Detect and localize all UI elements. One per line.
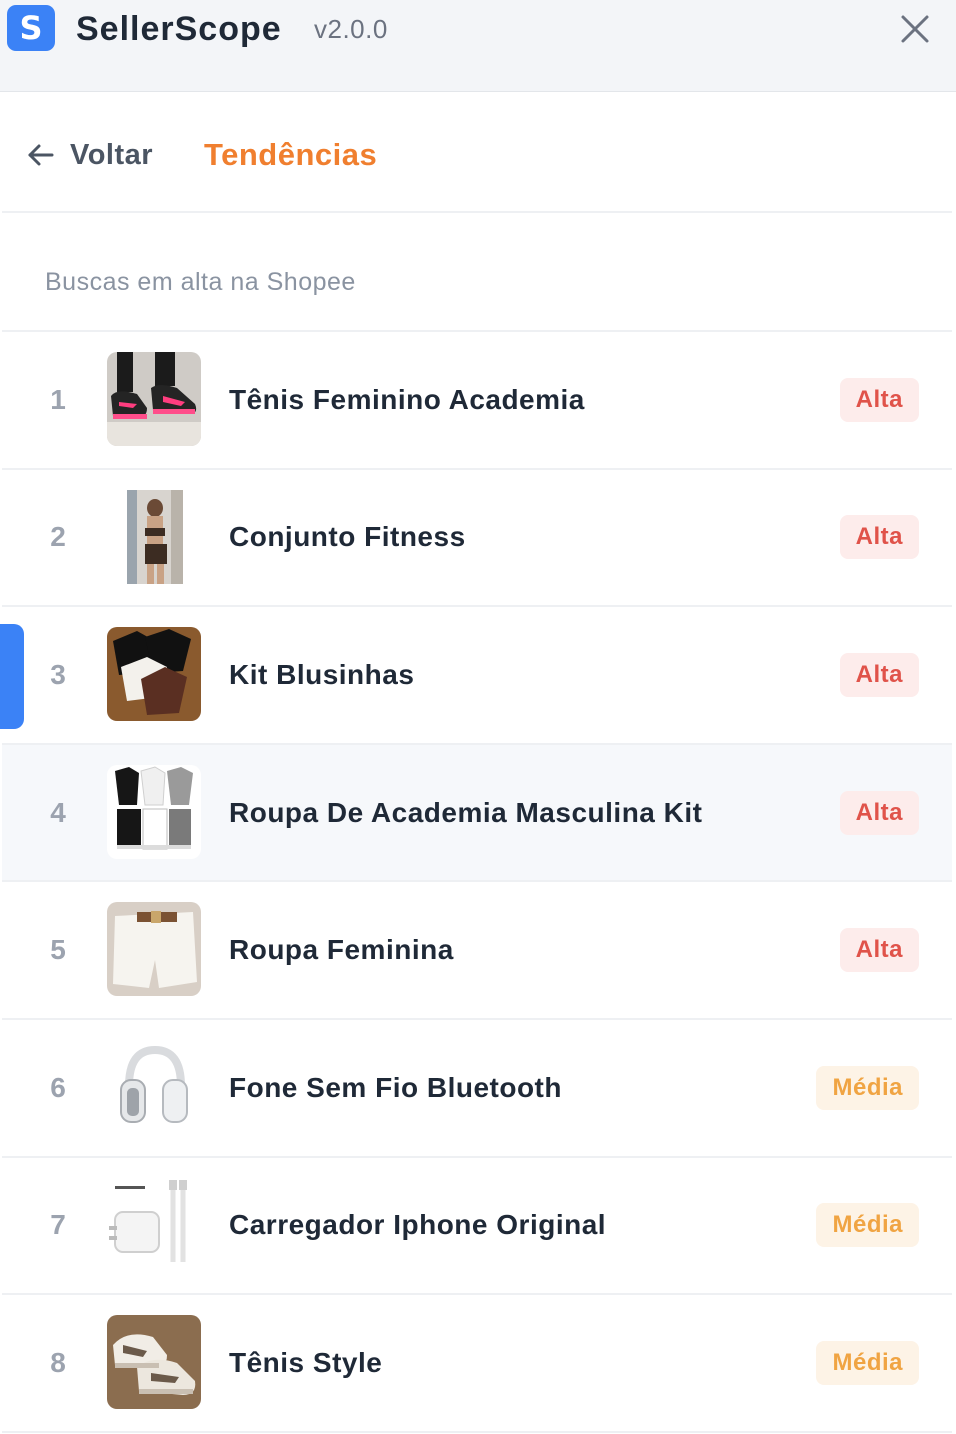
trend-level-badge: Alta xyxy=(839,652,919,697)
trend-rank: 7 xyxy=(50,1209,66,1241)
trend-level-badge: Média xyxy=(816,1340,919,1385)
trend-name: Tênis Feminino Academia xyxy=(229,383,585,415)
trend-level-badge: Alta xyxy=(839,928,919,973)
trend-name: Roupa De Academia Masculina Kit xyxy=(229,796,703,828)
page-title: Tendências xyxy=(204,137,378,172)
navigation-bar: Voltar Tendências xyxy=(2,93,952,213)
trend-name: Tênis Style xyxy=(229,1346,383,1378)
trend-rank: 4 xyxy=(50,796,66,828)
close-icon xyxy=(901,15,929,43)
trend-level-badge: Média xyxy=(816,1065,919,1110)
trend-name: Carregador Iphone Original xyxy=(229,1209,607,1241)
close-button[interactable] xyxy=(898,12,932,46)
trend-name: Kit Blusinhas xyxy=(229,658,415,690)
trend-row[interactable]: 7 Carregador Iphone Original Média xyxy=(2,1157,952,1296)
trend-rank: 8 xyxy=(50,1346,66,1378)
back-label: Voltar xyxy=(70,138,154,171)
app-name: SellerScope xyxy=(76,10,282,48)
mens-gym-kit-thumbnail xyxy=(107,764,201,859)
trend-level-badge: Alta xyxy=(839,515,919,560)
trend-rank: 2 xyxy=(50,521,66,553)
style-sneaker-thumbnail xyxy=(107,1315,201,1410)
blouses-kit-thumbnail xyxy=(107,627,201,722)
trend-row[interactable]: 6 Fone Sem Fio Bluetooth Média xyxy=(2,1019,952,1158)
section-title: Buscas em alta na Shopee xyxy=(45,268,356,296)
trend-name: Conjunto Fitness xyxy=(229,521,466,553)
trend-row[interactable]: 4 Roupa De Academia Masculina Kit Alta xyxy=(2,744,952,883)
title-bar: S SellerScope v2.0.0 xyxy=(0,0,956,92)
trend-row[interactable]: 3 Kit Blusinhas Alta xyxy=(2,607,952,745)
trend-rank: 3 xyxy=(50,658,66,690)
back-button[interactable]: Voltar xyxy=(26,135,153,175)
trend-rank: 1 xyxy=(50,383,66,415)
trend-level-badge: Alta xyxy=(839,377,919,422)
white-shorts-thumbnail xyxy=(107,902,201,997)
trend-name: Fone Sem Fio Bluetooth xyxy=(229,1071,562,1103)
trend-rank: 6 xyxy=(50,1071,66,1103)
app-version: v2.0.0 xyxy=(314,14,388,44)
fitness-set-thumbnail xyxy=(107,489,201,584)
sneaker-pink-thumbnail xyxy=(107,352,201,446)
trend-row[interactable]: 1 Tênis Feminino Academia Alta xyxy=(2,332,952,470)
charger-thumbnail xyxy=(107,1177,201,1272)
trend-row[interactable]: 5 Roupa Feminina Alta xyxy=(2,882,952,1020)
trend-row[interactable]: 2 Conjunto Fitness Alta xyxy=(2,469,952,608)
trend-row[interactable]: 8 Tênis Style Média xyxy=(2,1295,952,1433)
side-panel-handle[interactable] xyxy=(0,624,24,729)
headphones-thumbnail xyxy=(107,1039,201,1134)
trends-list: 1 Tênis Feminino Academia Alta 2 Conjunt… xyxy=(2,332,952,1433)
trend-level-badge: Média xyxy=(816,1203,919,1248)
trend-name: Roupa Feminina xyxy=(229,934,454,966)
arrow-left-icon xyxy=(28,144,54,166)
trend-level-badge: Alta xyxy=(839,790,919,835)
trend-rank: 5 xyxy=(50,934,66,966)
app-logo: S xyxy=(7,5,55,51)
